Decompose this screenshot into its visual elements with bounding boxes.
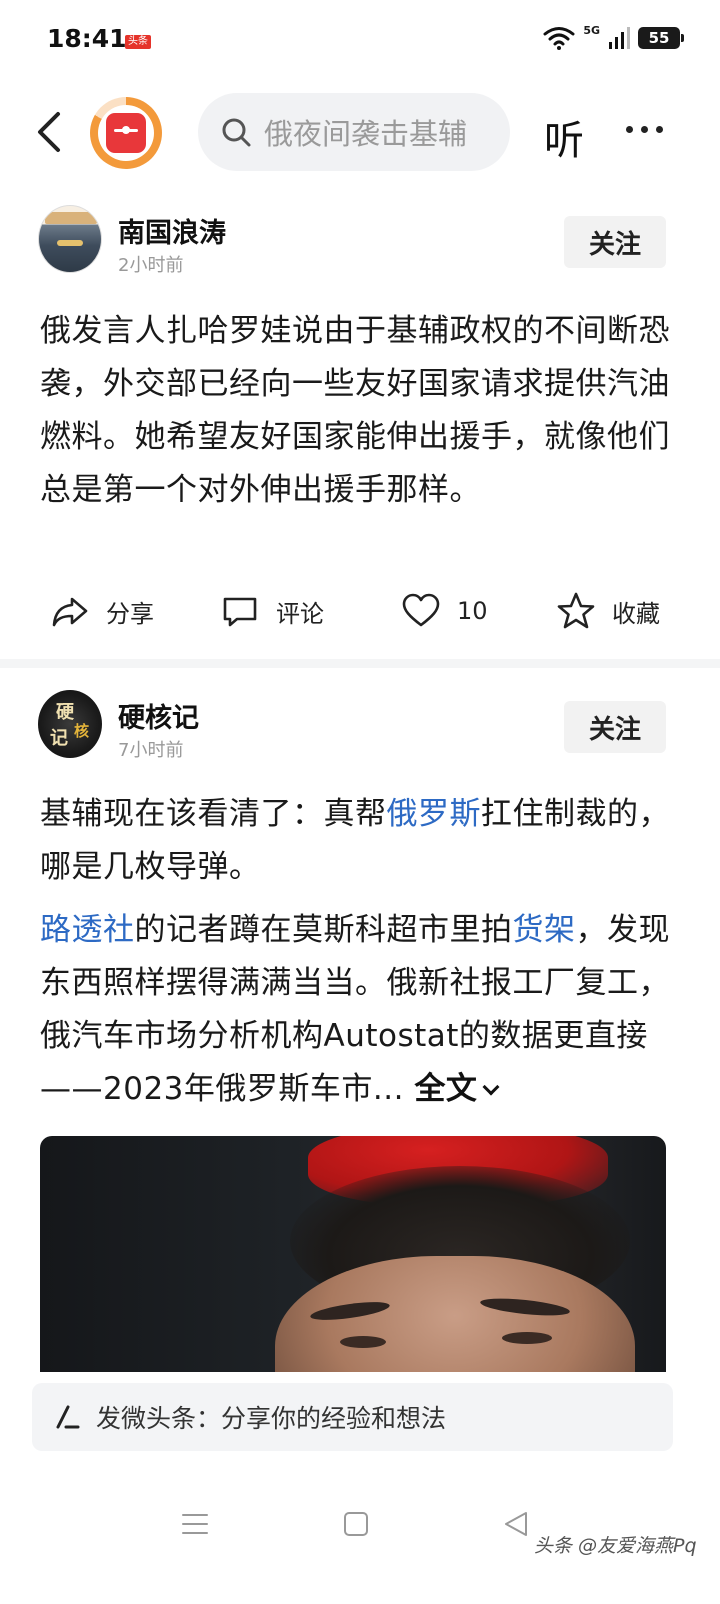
status-indicators: 5G 55 [543, 23, 684, 50]
expand-full-text-button[interactable]: 全文 [414, 1071, 500, 1107]
post-time: 7小时前 [118, 740, 184, 761]
favorite-label: 收藏 [612, 599, 660, 628]
topic-link-russia[interactable]: 俄罗斯 [387, 796, 482, 832]
author-avatar[interactable] [38, 205, 102, 273]
status-time: 18:41 [47, 24, 127, 53]
back-triangle-icon[interactable] [502, 1510, 530, 1538]
post-time: 2小时前 [118, 255, 184, 276]
composer-placeholder: 发微头条：分享你的经验和想法 [96, 1404, 447, 1433]
share-button[interactable]: 分享 [50, 591, 154, 631]
status-bar: 18:41 头条 5G 55 [0, 0, 720, 84]
post-image[interactable] [40, 1136, 666, 1372]
comment-icon [223, 597, 257, 627]
comment-label: 评论 [276, 599, 324, 628]
pen-icon [56, 1405, 80, 1429]
post-composer-input[interactable]: 发微头条：分享你的经验和想法 [32, 1383, 673, 1451]
author-name[interactable]: 硬核记 [118, 696, 199, 735]
network-type-label: 5G [583, 23, 600, 37]
follow-button[interactable]: 关注 [564, 216, 666, 268]
share-icon [52, 597, 88, 627]
wifi-icon [543, 27, 575, 50]
author-name[interactable]: 南国浪涛 [118, 211, 226, 250]
back-button[interactable] [32, 108, 68, 156]
like-button[interactable]: 10 [401, 591, 488, 631]
post-text[interactable]: 俄发言人扎哈罗娃说由于基辅政权的不间断恐袭，外交部已经向一些友好国家请求提供汽油… [40, 305, 680, 517]
red-packet-icon [106, 113, 146, 153]
post-author-row: 南国浪涛 2小时前 关注 [0, 203, 720, 283]
toutiao-logo-button[interactable] [90, 97, 162, 169]
more-options-icon[interactable] [626, 126, 663, 133]
post-action-bar: 分享 评论 10 收藏 [0, 583, 720, 643]
search-placeholder: 俄夜间袭击基辅 [264, 117, 468, 151]
feed-post: 硬 记 核 硬核记 7小时前 关注 基辅现在该看清了：真帮俄罗斯扛住制裁的，哪是… [0, 688, 720, 1372]
post-paragraph[interactable]: 基辅现在该看清了：真帮俄罗斯扛住制裁的，哪是几枚导弹。 [40, 788, 680, 894]
toutiao-notification-icon: 头条 [125, 35, 151, 49]
top-nav: 俄夜间袭击基辅 听 [0, 90, 720, 174]
share-label: 分享 [106, 599, 154, 628]
battery-icon: 55 [638, 27, 684, 49]
recent-apps-icon[interactable] [181, 1510, 209, 1538]
star-icon [557, 592, 595, 629]
listen-button[interactable]: 听 [544, 108, 584, 166]
comment-button[interactable]: 评论 [220, 591, 324, 631]
signal-icon [609, 27, 630, 49]
like-count: 10 [457, 597, 488, 625]
topic-link-reuters[interactable]: 路透社 [40, 912, 135, 948]
watermark-text: 头条 @友爱海燕Pq [534, 1535, 697, 1557]
search-icon [222, 118, 251, 147]
home-icon[interactable] [343, 1510, 369, 1538]
favorite-button[interactable]: 收藏 [556, 591, 660, 631]
heart-icon [402, 593, 440, 627]
chevron-left-icon [38, 112, 60, 152]
feed-post: 南国浪涛 2小时前 关注 俄发言人扎哈罗娃说由于基辅政权的不间断恐袭，外交部已经… [0, 203, 720, 629]
post-paragraph[interactable]: 路透社的记者蹲在莫斯科超市里拍货架，发现东西照样摆得满满当当。俄新社报工厂复工，… [40, 904, 680, 1116]
post-author-row: 硬 记 核 硬核记 7小时前 关注 [0, 688, 720, 768]
author-avatar[interactable]: 硬 记 核 [38, 690, 102, 758]
search-input[interactable]: 俄夜间袭击基辅 [198, 93, 510, 171]
post-divider [0, 659, 720, 668]
chevron-down-icon [482, 1078, 500, 1096]
topic-link-shelves[interactable]: 货架 [513, 912, 576, 948]
follow-button[interactable]: 关注 [564, 701, 666, 753]
